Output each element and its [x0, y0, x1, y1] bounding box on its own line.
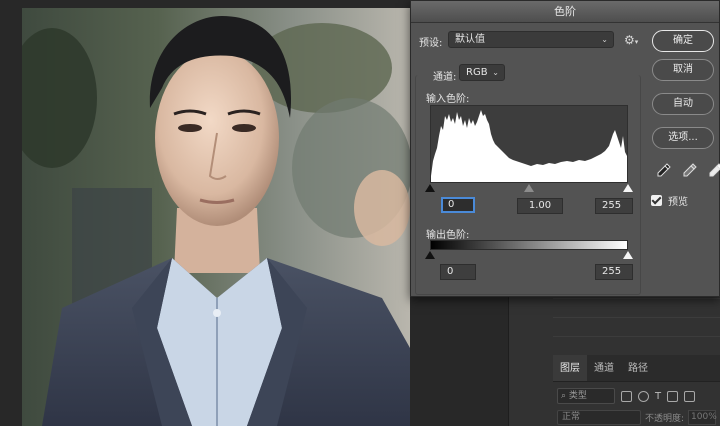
- dialog-title[interactable]: 色阶: [411, 1, 719, 23]
- divider: [553, 317, 720, 318]
- gear-icon[interactable]: ⚙︎▾: [624, 33, 638, 47]
- input-black-handle[interactable]: [425, 184, 435, 192]
- input-slider[interactable]: [425, 184, 633, 193]
- filter-adjustment-icon[interactable]: [638, 390, 649, 402]
- input-white-handle[interactable]: [623, 184, 633, 192]
- input-gamma-handle[interactable]: [524, 184, 534, 192]
- preview-label: 预览: [668, 197, 688, 208]
- options-button[interactable]: 选项...: [652, 127, 714, 149]
- channel-value: RGB: [466, 67, 488, 78]
- white-eyedropper-icon[interactable]: [708, 162, 720, 178]
- portrait-image: [22, 8, 410, 426]
- preview-checkbox[interactable]: [651, 195, 662, 206]
- output-white-field[interactable]: 255: [595, 264, 633, 280]
- filter-pixel-icon[interactable]: [621, 390, 632, 402]
- input-levels-label: 输入色阶:: [426, 94, 470, 105]
- filter-smart-object-icon[interactable]: [684, 390, 696, 402]
- divider: [553, 336, 720, 337]
- output-gradient-bar: [430, 240, 628, 250]
- filter-type-icon[interactable]: T: [655, 391, 661, 402]
- histogram-graph: [431, 110, 627, 182]
- output-levels-label: 输出色阶:: [426, 230, 470, 241]
- tab-layers[interactable]: 图层: [553, 355, 587, 381]
- opacity-field[interactable]: 100%: [688, 409, 717, 425]
- layer-kind-filter[interactable]: ⌕ 类型: [557, 388, 615, 404]
- chevron-down-icon: ⌄: [492, 68, 499, 77]
- preset-value: 默认值: [455, 34, 485, 45]
- channel-label: 通道:: [433, 72, 457, 83]
- layer-kind-label: 类型: [568, 391, 587, 401]
- black-eyedropper-icon[interactable]: [656, 162, 672, 178]
- tab-channels[interactable]: 通道: [587, 355, 621, 381]
- output-white-handle[interactable]: [623, 251, 633, 259]
- layers-panel-tabs: 图层 通道 路径: [553, 355, 720, 382]
- photoshop-window: 颜色 色板 图层 通道 路径 ⌕ 类型 T 正常 不透明度: 100% 色阶 预…: [0, 0, 720, 426]
- canvas-photo[interactable]: [22, 8, 410, 426]
- output-slider[interactable]: [425, 251, 633, 260]
- auto-button[interactable]: 自动: [652, 93, 714, 115]
- blend-opacity-row: 正常 不透明度: 100%: [557, 409, 717, 425]
- preset-label: 预设:: [419, 38, 443, 49]
- preview-toggle[interactable]: 预览: [651, 193, 688, 208]
- histogram: [430, 105, 628, 183]
- input-white-field[interactable]: 255: [595, 198, 633, 214]
- cancel-button[interactable]: 取消: [652, 59, 714, 81]
- opacity-label: 不透明度:: [645, 413, 685, 424]
- gray-eyedropper-icon[interactable]: [682, 162, 698, 178]
- ok-button[interactable]: 确定: [652, 30, 714, 52]
- filter-shape-icon[interactable]: [667, 390, 679, 402]
- blend-mode-value: 正常: [562, 411, 581, 422]
- output-black-field[interactable]: 0: [440, 264, 476, 280]
- layers-panel: 图层 通道 路径 ⌕ 类型 T 正常 不透明度: 100%: [553, 355, 720, 426]
- input-gamma-field[interactable]: 1.00: [517, 198, 563, 214]
- levels-dialog: 色阶 预设: 默认值 ⌄ ⚙︎▾ 通道: RGB ⌄ 输入色阶: 0 1.00 …: [410, 0, 720, 297]
- empty-panel-area: [553, 298, 720, 354]
- eyedropper-group: [656, 162, 720, 178]
- output-black-handle[interactable]: [425, 251, 435, 259]
- layer-filter-row: ⌕ 类型 T: [557, 387, 696, 405]
- channel-select[interactable]: RGB ⌄: [459, 64, 505, 81]
- tab-paths[interactable]: 路径: [621, 355, 655, 381]
- chevron-down-icon: ⌄: [601, 35, 608, 44]
- input-black-field[interactable]: 0: [441, 197, 475, 213]
- preset-select[interactable]: 默认值 ⌄: [448, 31, 614, 48]
- blend-mode-select[interactable]: 正常: [557, 409, 641, 425]
